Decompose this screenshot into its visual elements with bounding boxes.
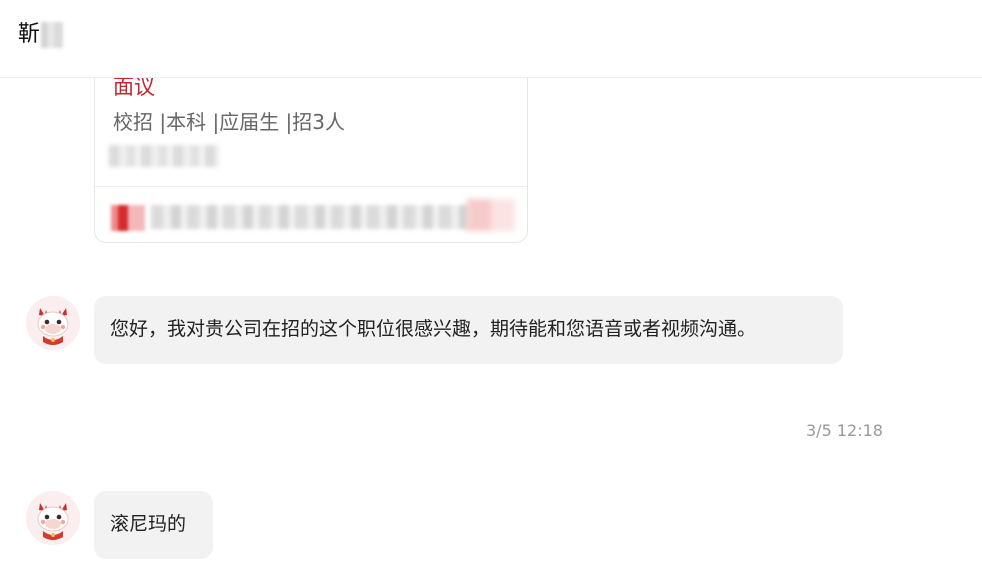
chat-window: 靳 面议 校招 |本科 |应届生 |招3人 您好，我对贵公司在招的这个职位很感兴… [0,0,982,582]
redacted-company-blur [109,145,219,167]
contact-name[interactable]: 靳 [18,20,64,50]
message-bubble[interactable]: 您好，我对贵公司在招的这个职位很感兴趣，期待能和您语音或者视频沟通。 [94,296,843,364]
message-timestamp: 3/5 12:18 [806,421,883,440]
chat-header: 靳 [0,0,982,78]
redacted-name-blur [41,22,64,48]
company-logo-icon [111,205,145,231]
job-tags: 校招 |本科 |应届生 |招3人 [113,110,346,134]
dragon-avatar-icon[interactable] [26,296,80,350]
job-card-footer [95,186,527,242]
message-bubble[interactable]: 滚尼玛的 [94,491,213,559]
dragon-avatar-icon[interactable] [26,491,80,545]
contact-name-text: 靳 [18,22,41,47]
redacted-recruiter-blur [151,205,469,229]
redacted-badge-blur [467,199,515,231]
